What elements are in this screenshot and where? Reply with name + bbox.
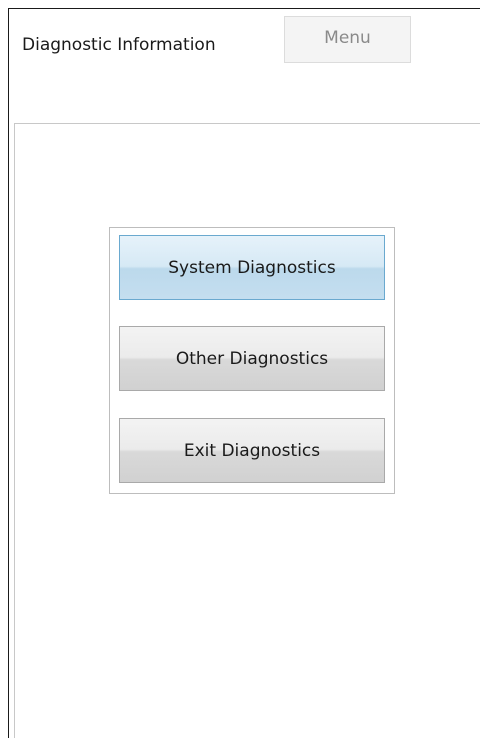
exit-diagnostics-button[interactable]: Exit Diagnostics <box>119 418 385 483</box>
diagnostic-window: Diagnostic Information Menu System Diagn… <box>0 0 480 738</box>
window-left-border <box>8 8 9 124</box>
window-top-border <box>8 8 480 9</box>
window-left-border-lower <box>8 124 9 738</box>
menu-button[interactable]: Menu <box>284 16 411 63</box>
other-diagnostics-button[interactable]: Other Diagnostics <box>119 326 385 391</box>
page-title: Diagnostic Information <box>22 35 216 55</box>
system-diagnostics-button[interactable]: System Diagnostics <box>119 235 385 300</box>
